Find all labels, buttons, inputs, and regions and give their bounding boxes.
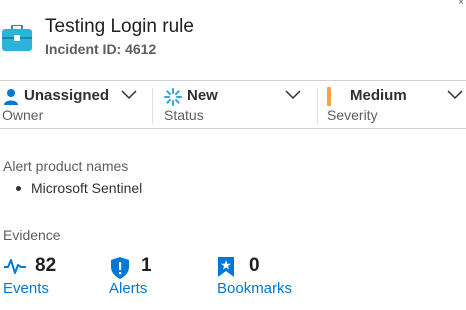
separator xyxy=(317,88,318,124)
chevron-down-icon xyxy=(447,90,463,100)
shield-alert-icon xyxy=(111,257,129,279)
bookmarks-evidence[interactable]: 0 Bookmarks xyxy=(217,255,327,299)
severity-indicator xyxy=(327,87,331,106)
events-count: 82 xyxy=(35,255,57,276)
severity-value: Medium xyxy=(350,87,407,104)
bookmarks-link[interactable]: Bookmarks xyxy=(217,280,292,297)
incident-title: Testing Login rule xyxy=(45,16,194,37)
alert-products-label: Alert product names xyxy=(3,158,129,174)
product-name: Microsoft Sentinel xyxy=(31,180,143,196)
incident-id: Incident ID: 4612 xyxy=(45,41,157,57)
alerts-link[interactable]: Alerts xyxy=(109,280,147,297)
alerts-evidence[interactable]: 1 Alerts xyxy=(109,255,199,299)
list-item: Microsoft Sentinel xyxy=(16,180,142,196)
evidence-label: Evidence xyxy=(3,227,61,243)
status-value: New xyxy=(187,87,218,104)
status-dropdown[interactable]: New Status xyxy=(160,86,310,126)
chevron-down-icon xyxy=(121,90,137,100)
alerts-count: 1 xyxy=(141,255,152,276)
events-link[interactable]: Events xyxy=(3,280,49,297)
owner-label: Owner xyxy=(2,107,44,123)
activity-icon xyxy=(4,259,26,274)
close-icon[interactable]: × xyxy=(458,0,464,8)
severity-label: Severity xyxy=(327,107,378,123)
owner-dropdown[interactable]: Unassigned Owner xyxy=(0,86,150,126)
status-label: Status xyxy=(164,107,204,123)
new-status-icon xyxy=(164,88,182,106)
briefcase-icon xyxy=(2,25,32,51)
bookmark-icon xyxy=(218,257,234,277)
person-icon xyxy=(4,89,18,105)
chevron-down-icon xyxy=(285,90,301,100)
bullet xyxy=(16,185,21,191)
divider xyxy=(0,80,466,81)
events-evidence[interactable]: 82 Events xyxy=(3,255,93,299)
divider xyxy=(0,128,466,129)
owner-value: Unassigned xyxy=(24,87,110,104)
separator xyxy=(152,88,153,124)
bookmarks-count: 0 xyxy=(249,255,260,276)
incident-header: Testing Login rule Incident ID: 4612 xyxy=(0,14,466,66)
severity-dropdown[interactable]: Medium Severity xyxy=(324,86,466,126)
